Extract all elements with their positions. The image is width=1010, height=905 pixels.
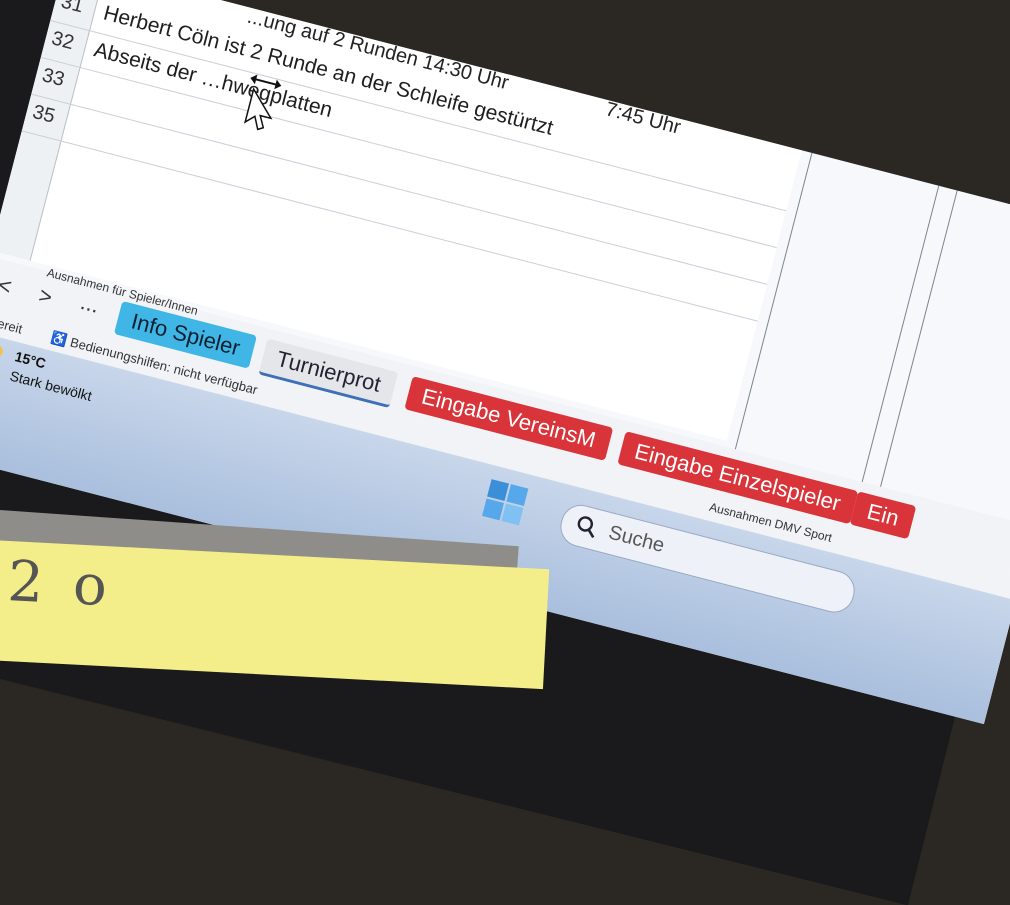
more-sheets-button[interactable]: ... <box>78 289 102 319</box>
accessibility-icon: ♿ <box>49 329 69 349</box>
weather-temperature[interactable]: 15°C <box>13 348 47 371</box>
row-number: 33 <box>39 64 67 91</box>
windows-start-icon[interactable] <box>480 477 531 528</box>
next-sheet-button[interactable]: > <box>36 282 55 310</box>
sticky-note-scribble: 2 o <box>6 549 115 620</box>
row-number: 31 <box>58 0 86 18</box>
cloud-icon[interactable] <box>0 338 8 367</box>
row-number: 32 <box>49 27 77 55</box>
tab-eingabe-partial[interactable]: Ein <box>849 491 917 540</box>
search-placeholder: Suche <box>606 521 667 558</box>
search-icon <box>577 516 595 539</box>
prev-sheet-button[interactable]: < <box>0 272 14 300</box>
row-number: 35 <box>30 100 58 128</box>
weather-condition[interactable]: Stark bewölkt <box>8 368 93 405</box>
